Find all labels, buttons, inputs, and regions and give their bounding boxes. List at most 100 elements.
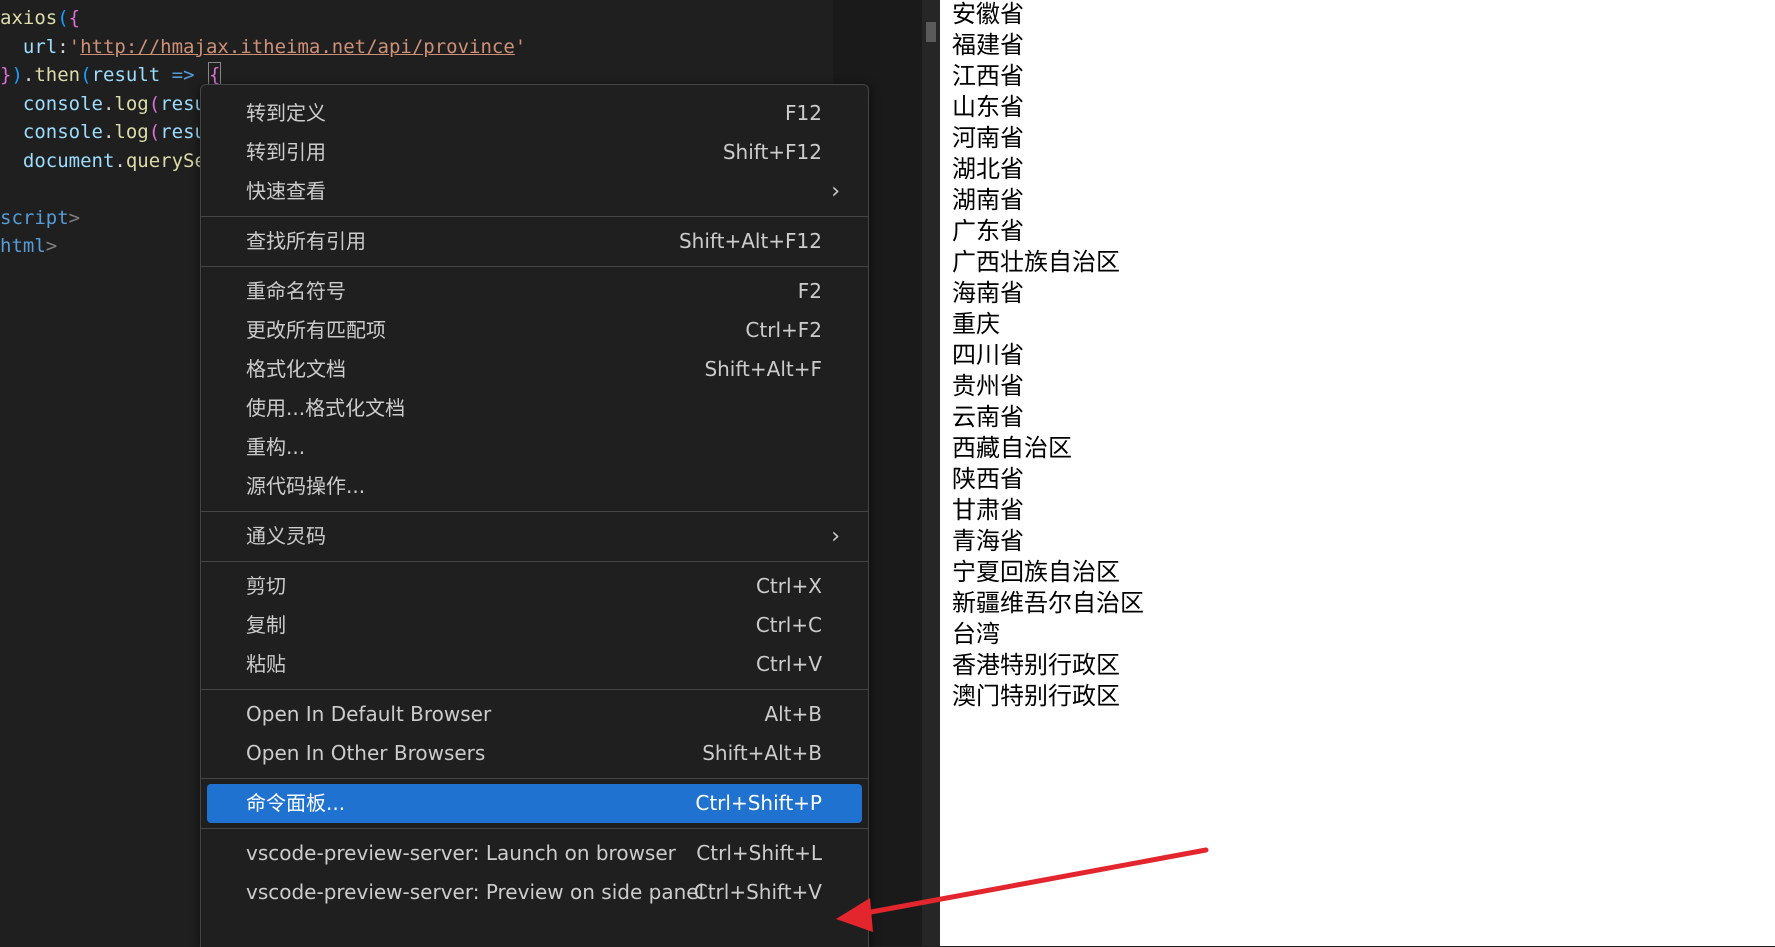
code-token: }: [0, 64, 12, 86]
preview-panel: 安徽省 福建省 江西省 山东省 河南省 湖北省 湖南省 广东省 广西壮族自治区 海南省 重庆 四川省贵…: [940, 0, 1775, 946]
menu-item[interactable]: Open In Default Browser Alt+B: [207, 695, 862, 734]
province-list: 安徽省 福建省 江西省 山东省 河南省 湖北省 湖南省 广东省 广西壮族自治区 海南省 重庆 四川省贵…: [952, 0, 1144, 712]
menu-item[interactable]: vscode-preview-server: Launch on browser…: [207, 834, 862, 873]
menu-item-label: 通义灵码: [246, 524, 326, 548]
menu-item-shortcut: Shift+F12: [722, 140, 822, 164]
menu-item[interactable]: 粘贴 Ctrl+V: [207, 645, 862, 684]
menu-separator: [201, 266, 868, 267]
code-token: document: [0, 149, 115, 172]
province-item: 新疆维吾尔自治区: [952, 589, 1144, 617]
menu-item-label: Open In Default Browser: [246, 702, 492, 726]
province-item: 重庆: [952, 310, 1000, 338]
menu-item-label: 粘贴: [246, 652, 286, 676]
menu-item-label: 重命名符号: [246, 279, 346, 303]
code-token: .: [102, 121, 115, 143]
province-item: 广东省: [952, 217, 1024, 245]
menu-item[interactable]: 查找所有引用 Shift+Alt+F12: [207, 222, 862, 261]
menu-item[interactable]: 复制 Ctrl+C: [207, 606, 862, 645]
menu-separator: [201, 216, 868, 217]
menu-item-label: 转到定义: [246, 101, 326, 125]
menu-item[interactable]: Open In Other Browsers Shift+Alt+B: [207, 734, 862, 773]
scrollbar-thumb[interactable]: [926, 22, 936, 42]
menu-item[interactable]: 更改所有匹配项 Ctrl+F2: [207, 311, 862, 350]
menu-item[interactable]: 剪切 Ctrl+X: [207, 567, 862, 606]
province-item: 湖北省: [952, 155, 1024, 183]
province-item: 福建省: [952, 31, 1024, 59]
menu-item[interactable]: 源代码操作...: [207, 467, 862, 506]
menu-item[interactable]: 格式化文档 Shift+Alt+F: [207, 350, 862, 389]
code-token: http://hmajax.itheima.net/api/province: [80, 35, 515, 58]
province-item: 广西壮族自治区: [952, 248, 1120, 276]
code-token: log: [114, 121, 149, 143]
editor-scrollbar[interactable]: [922, 0, 940, 946]
province-item: 湖南省: [952, 186, 1024, 214]
menu-item[interactable]: 转到引用 Shift+F12: [207, 133, 862, 172]
menu-item[interactable]: 重命名符号 F2: [207, 272, 862, 311]
code-token: =>: [160, 64, 206, 86]
code-token: >: [45, 235, 58, 257]
menu-item-shortcut: Ctrl+F2: [745, 318, 822, 342]
menu-item[interactable]: 快速查看 ›: [207, 172, 862, 211]
menu-item-shortcut: Shift+Alt+F: [704, 357, 822, 381]
menu-item-shortcut: F2: [797, 279, 822, 303]
menu-item-shortcut: F12: [785, 101, 822, 125]
menu-separator: [201, 828, 868, 829]
code-token: >: [68, 206, 81, 229]
code-token: {: [68, 7, 81, 29]
menu-item-label: 源代码操作...: [246, 474, 366, 498]
menu-item-label: vscode-preview-server: Preview on side p…: [246, 880, 705, 904]
menu-item-shortcut: Alt+B: [764, 702, 822, 726]
menu-item[interactable]: 命令面板... Ctrl+Shift+P: [207, 784, 862, 823]
menu-item-shortcut: Ctrl+Shift+V: [693, 880, 822, 904]
code-token: .: [22, 64, 35, 86]
province-item: 西藏自治区: [952, 434, 1072, 462]
province-item: 海南省: [952, 279, 1024, 307]
province-item: 澳门特别行政区: [952, 682, 1120, 710]
context-menu: 转到定义 F12 转到引用 Shift+F12 快速查看 › 查找所有引用 Shift+Alt…: [200, 84, 869, 947]
menu-item-label: 复制: [246, 613, 286, 637]
province-item: 贵州省: [952, 372, 1024, 400]
menu-item-label: 更改所有匹配项: [246, 318, 386, 342]
code-token: (: [148, 121, 161, 143]
menu-item-shortcut: Ctrl+Shift+L: [696, 841, 822, 865]
code-token: .: [102, 92, 115, 115]
menu-item-label: 剪切: [246, 574, 286, 598]
code-token: :: [57, 35, 69, 58]
chevron-right-icon: ›: [831, 524, 840, 549]
province-item: 甘肃省: [952, 496, 1024, 524]
menu-item[interactable]: vscode-preview-server: Preview on side p…: [207, 873, 862, 912]
menu-item-label: 使用...格式化文档: [246, 396, 406, 420]
code-token: ': [514, 35, 527, 58]
code-token: ): [11, 64, 23, 86]
menu-item-shortcut: Ctrl+X: [755, 574, 822, 598]
code-token: console: [0, 92, 103, 115]
menu-item[interactable]: 通义灵码 ›: [207, 517, 862, 556]
chevron-right-icon: ›: [831, 179, 840, 204]
code-token: (: [57, 7, 69, 29]
menu-item-label: Open In Other Browsers: [246, 741, 486, 765]
code-token: querySe: [125, 149, 206, 172]
menu-item-label: 快速查看: [246, 179, 326, 203]
code-line[interactable]: axios({: [0, 4, 526, 33]
menu-item[interactable]: 使用...格式化文档: [207, 389, 862, 428]
code-token: (: [148, 92, 161, 115]
code-token: .: [114, 149, 126, 172]
menu-item-label: 重构...: [246, 435, 306, 459]
province-item: 宁夏回族自治区: [952, 558, 1120, 586]
code-token: result: [91, 64, 161, 86]
code-line[interactable]: url:'http://hmajax.itheima.net/api/provi…: [0, 33, 526, 62]
province-item: 江西省: [952, 62, 1024, 90]
menu-item[interactable]: 重构...: [207, 428, 862, 467]
menu-item-shortcut: Ctrl+C: [755, 613, 822, 637]
province-item: 云南省: [952, 403, 1024, 431]
province-item: 安徽省: [952, 0, 1024, 28]
province-item: 香港特别行政区: [952, 651, 1120, 679]
menu-item-shortcut: Ctrl+V: [755, 652, 822, 676]
menu-separator: [201, 561, 868, 562]
province-item: 四川省: [952, 341, 1024, 369]
code-token: log: [114, 92, 149, 115]
menu-item[interactable]: 转到定义 F12: [207, 94, 862, 133]
code-token: then: [34, 64, 81, 86]
code-token: console: [0, 121, 103, 143]
code-token: ': [68, 35, 81, 58]
